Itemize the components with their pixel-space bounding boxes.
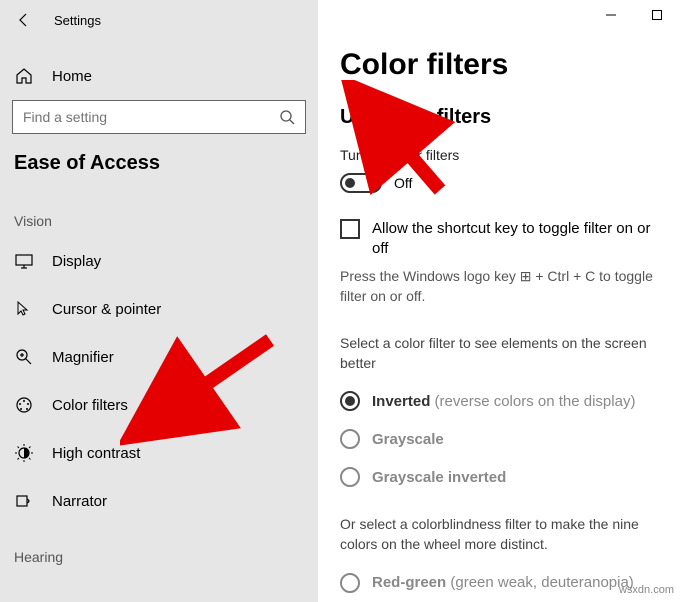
titlebar: Settings <box>0 0 318 40</box>
sidebar-item-color-filters[interactable]: Color filters <box>0 381 318 429</box>
sidebar-item-label: Narrator <box>52 493 107 510</box>
sidebar-item-magnifier[interactable]: Magnifier <box>0 333 318 381</box>
home-nav[interactable]: Home <box>0 56 318 96</box>
content: Color filters Use color filters Turn on … <box>318 0 680 602</box>
color-filters-icon <box>14 395 34 415</box>
window-title: Settings <box>54 13 101 28</box>
home-label: Home <box>52 68 92 85</box>
home-icon <box>14 67 34 85</box>
radio-grayscale-inverted[interactable]: Grayscale inverted <box>340 467 658 487</box>
sidebar-item-display[interactable]: Display <box>0 237 318 285</box>
sidebar: Settings Home Ease of Access Vision Disp… <box>0 0 318 602</box>
search-box[interactable] <box>12 100 306 134</box>
hearing-section-header: Hearing <box>0 525 318 573</box>
radio-label: Grayscale inverted <box>372 469 506 486</box>
search-icon <box>279 109 295 125</box>
cursor-icon <box>14 299 34 319</box>
radio-icon <box>340 429 360 449</box>
radio-label: Inverted (reverse colors on the display) <box>372 393 635 410</box>
color-filters-toggle[interactable] <box>340 173 382 193</box>
category-header: Ease of Access <box>0 142 318 189</box>
radio-grayscale[interactable]: Grayscale <box>340 429 658 449</box>
page-title: Color filters <box>340 48 658 82</box>
maximize-button[interactable] <box>634 0 680 30</box>
sidebar-item-label: Cursor & pointer <box>52 301 161 318</box>
watermark: wsxdn.com <box>619 584 674 596</box>
narrator-icon <box>14 491 34 511</box>
minimize-button[interactable] <box>588 0 634 30</box>
toggle-state: Off <box>394 175 412 191</box>
shortcut-checkbox[interactable] <box>340 219 360 239</box>
vision-section-header: Vision <box>0 189 318 237</box>
radio-icon <box>340 391 360 411</box>
sidebar-item-label: Color filters <box>52 397 128 414</box>
display-icon <box>14 251 34 271</box>
radio-label: Red-green (green weak, deuteranopia) <box>372 574 634 591</box>
high-contrast-icon <box>14 443 34 463</box>
sidebar-item-label: Display <box>52 253 101 270</box>
search-input[interactable] <box>23 109 279 125</box>
radio-red-green[interactable]: Red-green (green weak, deuteranopia) <box>340 573 658 593</box>
radio-icon <box>340 573 360 593</box>
shortcut-row: Allow the shortcut key to toggle filter … <box>340 219 658 259</box>
radio-icon <box>340 467 360 487</box>
radio-inverted[interactable]: Inverted (reverse colors on the display) <box>340 391 658 411</box>
sidebar-item-cursor[interactable]: Cursor & pointer <box>0 285 318 333</box>
toggle-row: Off <box>340 173 658 193</box>
colorblind-desc: Or select a colorblindness filter to mak… <box>340 515 658 554</box>
sidebar-item-high-contrast[interactable]: High contrast <box>0 429 318 477</box>
section-title: Use color filters <box>340 106 658 129</box>
filter-desc: Select a color filter to see elements on… <box>340 334 658 373</box>
shortcut-label: Allow the shortcut key to toggle filter … <box>372 219 658 259</box>
sidebar-item-narrator[interactable]: Narrator <box>0 477 318 525</box>
radio-label: Grayscale <box>372 431 444 448</box>
window-controls <box>588 0 680 30</box>
toggle-label: Turn on color filters <box>340 147 658 163</box>
sidebar-item-label: High contrast <box>52 445 140 462</box>
shortcut-desc: Press the Windows logo key ⊞ + Ctrl + C … <box>340 267 658 306</box>
magnifier-icon <box>14 347 34 367</box>
back-button[interactable] <box>8 4 40 36</box>
sidebar-item-label: Magnifier <box>52 349 114 366</box>
